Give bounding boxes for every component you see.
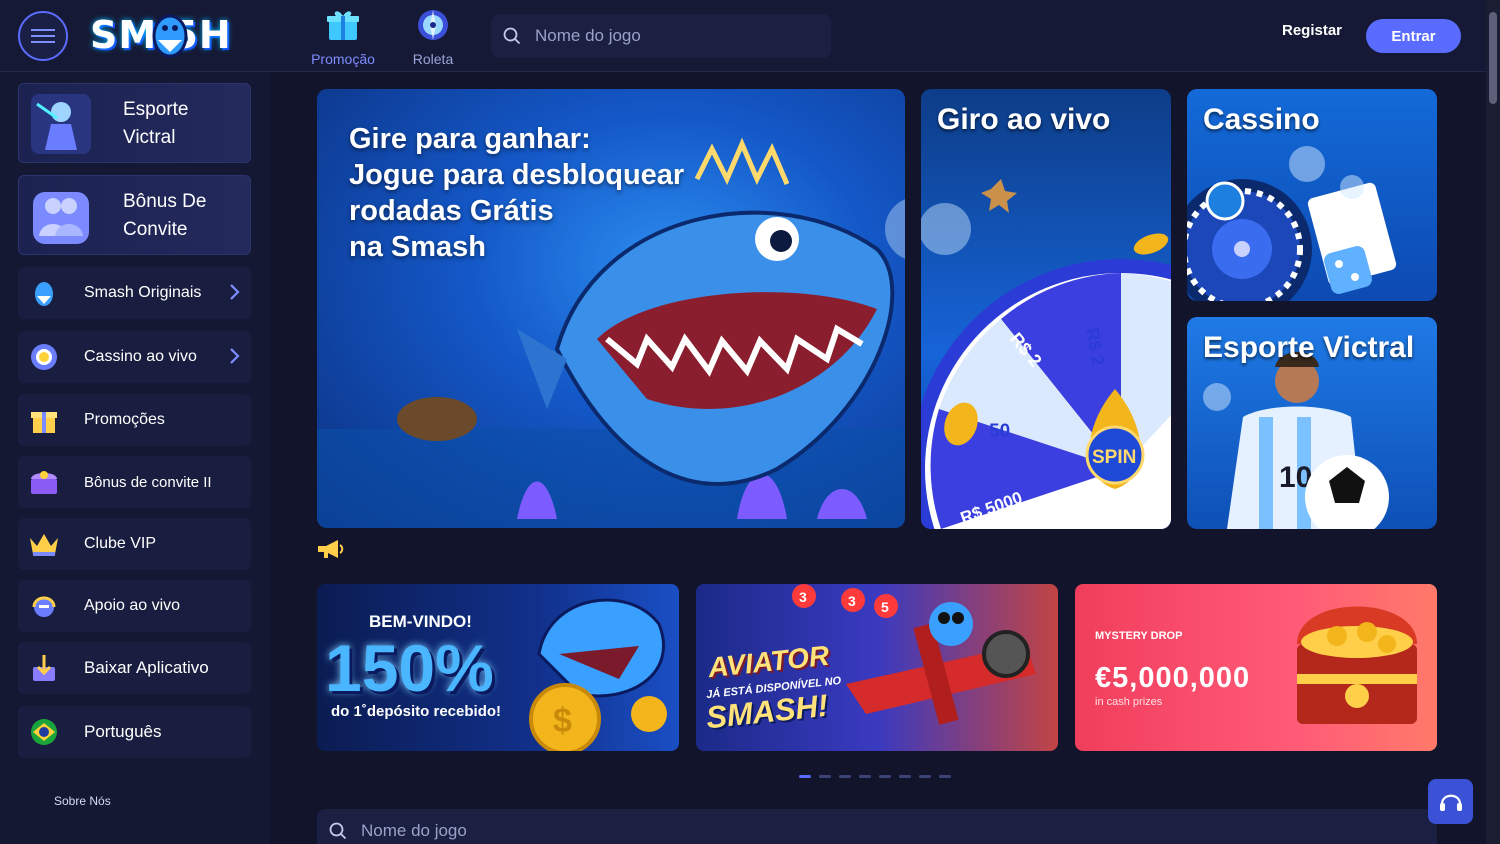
cassino-title: Cassino <box>1203 103 1320 136</box>
aviator-badge: 5 <box>881 599 889 615</box>
roulette-icon <box>418 10 448 40</box>
giro-ao-vivo-title: Giro ao vivo <box>937 103 1111 136</box>
login-button[interactable]: Entrar <box>1366 19 1461 53</box>
promo-welcome-sub: do 1˚depósito recebido! <box>331 703 502 720</box>
nav-promocao-label: Promoção <box>311 51 375 67</box>
prize-wheel-illustration: R$ 2 R$ 2 50 R$ 5000 SPIN <box>921 179 1171 529</box>
nav-promocao[interactable]: Promoção <box>298 6 388 67</box>
spin-label: SPIN <box>1092 447 1136 468</box>
sport-warrior-icon <box>31 94 91 154</box>
treasure-chest-icon <box>31 471 57 494</box>
menu-button[interactable] <box>18 11 68 61</box>
headset-icon <box>1439 794 1462 811</box>
esporte-victral-title: Esporte Victral <box>1203 331 1415 364</box>
sidebar-item-cassino-ao-vivo[interactable]: Cassino ao vivo <box>18 331 251 383</box>
wheel-label: 50 <box>989 421 1010 442</box>
hero-title-line: na Smash <box>349 231 486 263</box>
sidebar-item-baixar-aplicativo[interactable]: Baixar Aplicativo <box>18 642 251 694</box>
carousel-dot[interactable] <box>939 775 951 778</box>
search-icon <box>503 27 521 45</box>
sidebar-item-label: Bônus de convite II <box>84 473 212 491</box>
hero-title: Gire para ganhar: Jogue para desbloquear… <box>349 121 684 265</box>
mystery-drop-sub: in cash prizes <box>1095 696 1163 708</box>
promo-welcome-big: 150% <box>325 631 494 705</box>
sidebar: Esporte Victral Bônus De Convite Smash O… <box>0 72 270 844</box>
menu-icon <box>31 29 55 43</box>
header-search-input[interactable]: Nome do jogo <box>535 26 641 46</box>
download-icon <box>33 655 55 681</box>
carousel-dot[interactable] <box>859 775 871 778</box>
sidebar-item-portugues[interactable]: Português <box>18 706 251 758</box>
chevron-right-icon <box>230 284 240 300</box>
game-search-input[interactable]: Nome do jogo <box>361 821 467 841</box>
sidebar-item-label: Smash Originais <box>84 284 202 301</box>
crown-icon <box>30 534 58 556</box>
promo-card-aviator[interactable]: 3 3 5 AVIATOR JÁ ESTÁ DISPONÍVEL NO SMAS… <box>696 584 1058 751</box>
headset-icon <box>32 596 56 617</box>
shark-logo-icon <box>152 14 188 58</box>
shark-coin-illustration: $ <box>529 598 667 751</box>
header-search[interactable]: Nome do jogo <box>491 14 831 58</box>
hero-title-line: Gire para ganhar: <box>349 123 591 155</box>
brazil-flag-icon <box>31 719 57 745</box>
nav-roleta[interactable]: Roleta <box>388 6 478 67</box>
carousel-dot[interactable] <box>919 775 931 778</box>
hero-title-line: Jogue para desbloquear <box>349 159 685 191</box>
sidebar-item-label: Apoio ao vivo <box>84 597 181 614</box>
promo-card-welcome[interactable]: BEM-VINDO! 150% do 1˚depósito recebido! … <box>317 584 679 751</box>
aviator-badge: 3 <box>799 589 807 605</box>
mystery-drop-brand: MYSTERY DROP <box>1095 630 1183 642</box>
megaphone-icon[interactable] <box>316 538 344 560</box>
top-header: SM 5H Promoção Roleta Nome do jogo Regis… <box>0 0 1486 72</box>
hero-banner[interactable]: Gire para ganhar: Jogue para desbloquear… <box>317 89 905 528</box>
sidebar-card-esporte-label: Esporte Victral <box>123 99 189 148</box>
aviator-badge: 3 <box>848 593 856 609</box>
search-icon <box>329 822 347 840</box>
carousel-dot[interactable] <box>899 775 911 778</box>
sobre-nos-link[interactable]: Sobre Nós <box>54 794 111 808</box>
sidebar-card-convite[interactable]: Bônus De Convite <box>18 175 251 255</box>
sidebar-card-convite-label: Bônus De Convite <box>123 191 207 240</box>
carousel-dot[interactable] <box>879 775 891 778</box>
page-scrollbar[interactable] <box>1486 0 1500 844</box>
shark-icon <box>35 282 53 306</box>
users-icon <box>33 192 89 244</box>
sidebar-item-apoio-ao-vivo[interactable]: Apoio ao vivo <box>18 580 251 632</box>
sidebar-item-label: Clube VIP <box>84 535 157 552</box>
carousel-dot[interactable] <box>799 775 811 778</box>
sidebar-item-promocoes[interactable]: Promoções <box>18 394 251 446</box>
giro-ao-vivo-tile[interactable]: Giro ao vivo R$ 2 R$ 2 50 R$ 5000 SPIN <box>921 89 1171 529</box>
casino-chip-icon <box>31 344 57 370</box>
svg-text:$: $ <box>553 702 572 740</box>
game-search[interactable]: Nome do jogo <box>317 809 1437 844</box>
esporte-victral-tile[interactable]: Esporte Victral 10 <box>1187 317 1437 529</box>
chevron-right-icon <box>230 348 240 364</box>
treasure-chest-illustration <box>1297 606 1417 724</box>
sidebar-item-bonus-convite-ii[interactable]: Bônus de convite II <box>18 456 251 508</box>
sidebar-item-clube-vip[interactable]: Clube VIP <box>18 518 251 570</box>
register-button[interactable]: Registar <box>1282 22 1342 39</box>
mystery-drop-amount: €5,000,000 <box>1095 662 1251 694</box>
sidebar-item-label: Português <box>84 722 162 741</box>
sidebar-item-label: Baixar Aplicativo <box>84 658 209 677</box>
nav-roleta-label: Roleta <box>412 51 454 67</box>
sidebar-item-label: Cassino ao vivo <box>84 348 197 365</box>
site-logo[interactable]: SM 5H <box>90 6 260 64</box>
promo-card-mystery-drop[interactable]: MYSTERY DROP €5,000,000 in cash prizes <box>1075 584 1437 751</box>
sidebar-card-esporte[interactable]: Esporte Victral <box>18 83 251 163</box>
carousel-pagination <box>799 775 951 778</box>
gift-icon <box>31 412 57 433</box>
sidebar-item-smash-originais[interactable]: Smash Originais <box>18 267 251 319</box>
scrollbar-thumb[interactable] <box>1489 12 1497 104</box>
hero-title-line: rodadas Grátis <box>349 195 554 227</box>
cassino-tile[interactable]: Cassino <box>1187 89 1437 301</box>
promo-welcome-top: BEM-VINDO! <box>369 612 472 631</box>
sidebar-item-label: Promoções <box>84 411 165 428</box>
carousel-dot[interactable] <box>819 775 831 778</box>
carousel-dot[interactable] <box>839 775 851 778</box>
live-support-button[interactable] <box>1428 779 1473 824</box>
gift-icon <box>327 11 359 40</box>
